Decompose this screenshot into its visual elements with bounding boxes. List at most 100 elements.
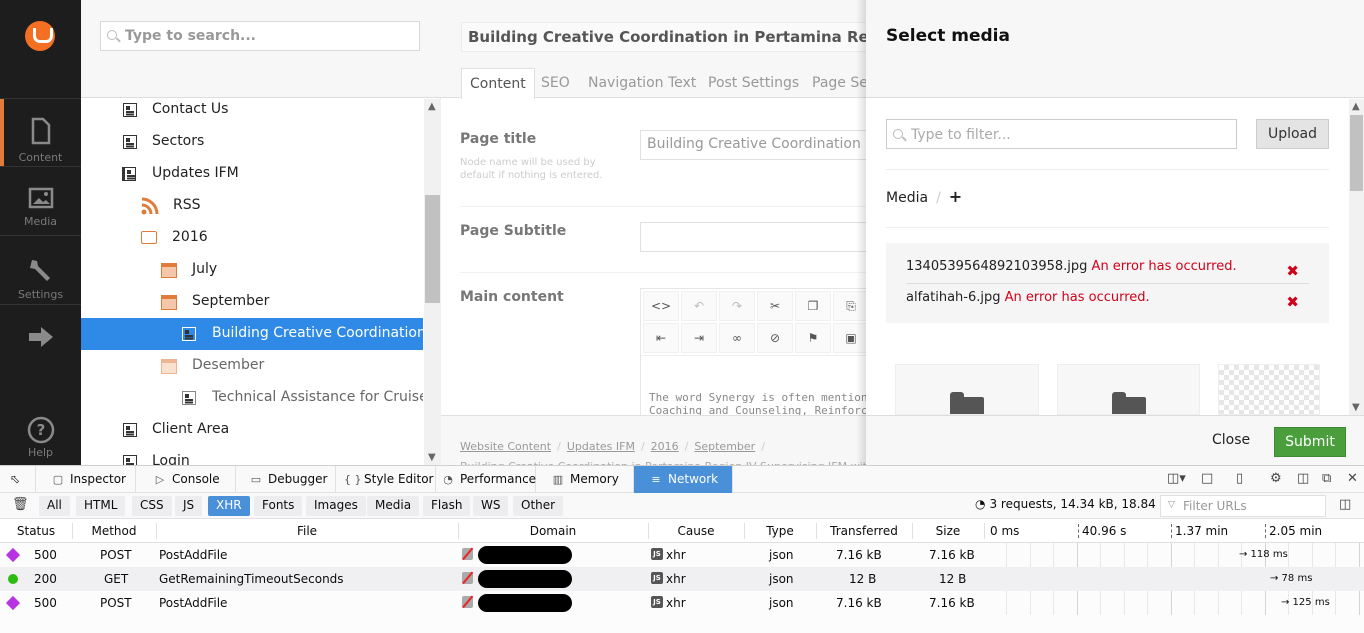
filter-xhr[interactable]: XHR [208,496,250,516]
filter-images[interactable]: Images [306,496,366,516]
request-row[interactable]: 200 GET GetRemainingTimeoutSeconds JS xh… [0,567,1364,591]
dock-layout-icon[interactable]: ◫▾ [1167,471,1186,486]
scrollbar-thumb[interactable] [425,195,440,303]
page-title-input[interactable]: Building Creative Coordination in Pertam… [640,130,866,160]
tree-item-building-creative-coordination[interactable]: Building Creative Coordination in Pertam… [81,318,423,350]
tree-item-updates-ifm[interactable]: Updates IFM [81,158,423,190]
scroll-up-icon[interactable]: ▲ [1352,101,1360,112]
nav-settings[interactable]: Settings [0,235,81,304]
media-filter-input[interactable] [911,125,1221,145]
filter-css[interactable]: CSS [132,496,172,516]
rich-text-editor[interactable]: <> ↶ ↷ ✂ ❐ ⎘ ⇤ ⇥ ∞ ⊘ ⚑ ▣ The word Synerg… [640,288,866,428]
filter-flash[interactable]: Flash [423,496,471,516]
request-row[interactable]: 500 POST PostAddFile JS xhr json 7.16 kB… [0,543,1364,567]
tree-item-sectors[interactable]: Sectors [81,126,423,158]
tab-debugger[interactable]: ▭ Debugger [236,466,336,493]
undo-icon[interactable]: ↶ [681,291,717,321]
clear-trash-icon[interactable]: 🗑 [12,497,29,512]
scrollbar-thumb[interactable] [1350,115,1363,191]
scroll-down-icon[interactable]: ▼ [428,452,436,463]
filter-other[interactable]: Other [513,496,564,516]
filter-media[interactable]: Media [367,496,420,516]
tree-item-september[interactable]: September [81,286,423,318]
tree-item-client-area[interactable]: Client Area [81,414,423,446]
tree-scrollbar[interactable]: ▲ ▼ [424,99,441,465]
node-name-input[interactable]: Building Creative Coordination in Pertam… [461,22,866,52]
cut-icon[interactable]: ✂ [757,291,793,321]
redo-icon[interactable]: ↷ [719,291,755,321]
column-type[interactable]: Type [744,524,816,538]
media-folder-tile[interactable] [1057,364,1200,415]
request-summary[interactable]: ◔ 3 requests, 14.34 kB, 18.84 s [975,497,1166,511]
unlink-icon[interactable]: ⊘ [757,323,793,353]
nav-content[interactable]: Content [0,98,81,166]
filter-js[interactable]: JS [175,496,203,516]
breadcrumb-item[interactable]: September [694,440,755,453]
tab-console[interactable]: ▷ Console [136,466,236,493]
tab-network[interactable]: ≡ Network [634,466,733,493]
dock-side-icon[interactable]: ◫ [1297,471,1309,486]
tab-style-editor[interactable]: { } Style Editor [336,466,436,493]
tab-performance[interactable]: ◔ Performance [436,466,536,493]
link-icon[interactable]: ∞ [719,323,755,353]
toggle-sidebar-icon[interactable]: ◫ [1339,497,1351,512]
nav-media[interactable]: Media [0,166,81,235]
settings-gear-icon[interactable]: ⚙ [1270,471,1282,486]
filter-urls-input[interactable]: Filter URLs [1160,495,1326,517]
media-filter-box[interactable] [886,119,1237,149]
responsive-mode-icon[interactable]: ▯ [1236,471,1243,486]
column-method[interactable]: Method [72,524,156,538]
source-code-icon[interactable]: <> [643,291,679,321]
copy-icon[interactable]: ❐ [795,291,831,321]
media-root-link[interactable]: Media [886,190,928,206]
tab-inspector[interactable]: ▢ Inspector [36,466,136,493]
breadcrumb-item[interactable]: 2016 [651,440,679,453]
rte-body[interactable]: The word Synergy is often mentioned, Coa… [649,391,866,417]
column-status[interactable]: Status [0,524,72,538]
tree-search-input[interactable] [125,26,405,46]
dismiss-error-icon[interactable]: ✖ [1286,262,1299,280]
column-transferred[interactable]: Transferred [816,524,912,538]
tab-content[interactable]: Content [461,68,535,99]
tree-search-box[interactable] [100,21,420,51]
tab-post-settings[interactable]: Post Settings [700,68,807,99]
page-subtitle-input[interactable] [640,222,866,252]
filter-fonts[interactable]: Fonts [254,496,303,516]
submit-button[interactable]: Submit [1274,427,1346,457]
column-size[interactable]: Size [912,524,984,538]
tree-item-login[interactable]: Login [81,446,423,465]
tab-memory[interactable]: ▥ Memory [536,466,634,493]
split-console-icon[interactable]: □ [1201,471,1213,486]
filter-html[interactable]: HTML [76,496,126,516]
media-folder-tile[interactable] [895,364,1039,415]
column-file[interactable]: File [156,524,458,538]
indent-icon[interactable]: ⇥ [681,323,717,353]
nav-help[interactable]: ? Help [0,410,81,465]
element-picker-icon[interactable]: ⬁ [0,466,36,493]
breadcrumb-item[interactable]: Website Content [460,440,551,453]
scroll-down-icon[interactable]: ▼ [1352,402,1360,413]
tab-navigation-text[interactable]: Navigation Text [580,68,704,99]
filter-ws[interactable]: WS [473,496,509,516]
request-row[interactable]: 500 POST PostAddFile JS xhr json 7.16 kB… [0,591,1364,615]
tree-item-contact-us[interactable]: Contact Us [81,94,423,126]
column-domain[interactable]: Domain [458,524,648,538]
close-button[interactable]: Close [1212,432,1250,448]
scroll-up-icon[interactable]: ▲ [428,101,436,112]
tab-seo[interactable]: SEO [533,68,578,99]
filter-all[interactable]: All [39,496,70,516]
anchor-icon[interactable]: ⚑ [795,323,831,353]
tree-item-desember[interactable]: Desember [81,350,423,382]
umbraco-logo[interactable] [25,21,55,51]
undock-window-icon[interactable]: ⧉ [1322,471,1331,486]
media-image-tile[interactable] [1218,364,1320,415]
breadcrumb-item[interactable]: Updates IFM [567,440,635,453]
tree-item-2016[interactable]: 2016 [81,222,423,254]
tree-item-technical-assistance[interactable]: Technical Assistance for Cruise C [81,382,423,414]
nav-redirect[interactable] [0,304,81,364]
dismiss-error-icon[interactable]: ✖ [1286,293,1299,311]
tree-item-rss[interactable]: RSS [81,190,423,222]
tree-item-july[interactable]: July [81,254,423,286]
outdent-icon[interactable]: ⇤ [643,323,679,353]
media-scrollbar[interactable]: ▲ ▼ [1349,99,1364,415]
